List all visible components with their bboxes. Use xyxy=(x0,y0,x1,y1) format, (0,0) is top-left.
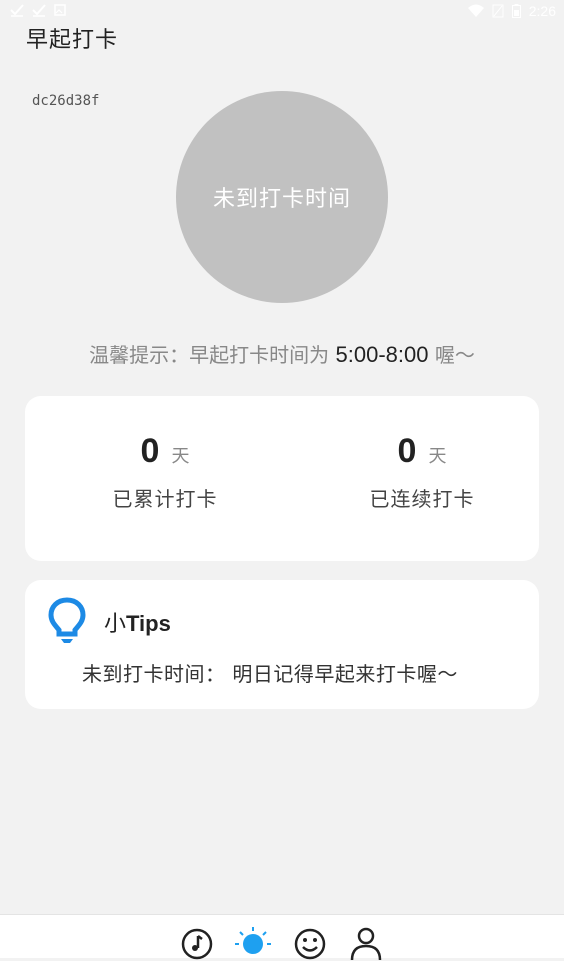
hint-time-range: 5:00-8:00 xyxy=(335,342,429,367)
page-title: 早起打卡 xyxy=(26,28,119,53)
nav-item-music[interactable] xyxy=(180,927,214,961)
tips-message: 未到打卡时间： 明日记得早起来打卡喔～ xyxy=(82,662,458,686)
wifi-icon xyxy=(467,4,484,18)
stat-streak-value-row: 0 天 xyxy=(322,432,522,471)
tips-title-suffix: Tips xyxy=(126,611,171,636)
stat-streak-value: 0 xyxy=(397,432,417,470)
signal-off-icon xyxy=(492,4,504,18)
nav-item-profile[interactable] xyxy=(349,927,383,961)
tips-title: 小Tips xyxy=(104,606,171,638)
status-time: 2:26 xyxy=(528,3,556,19)
hint-suffix: 喔～ xyxy=(428,343,475,367)
hint-text: 温馨提示：早起打卡时间为 5:00-8:00 喔～ xyxy=(0,339,564,368)
user-id: dc26d38f xyxy=(32,93,100,109)
music-note-icon xyxy=(180,927,214,961)
sun-icon xyxy=(235,927,271,961)
stat-total-label: 已累计打卡 xyxy=(112,487,218,511)
stat-streak-unit: 天 xyxy=(428,446,447,467)
stat-streak: 0 天 已连续打卡 xyxy=(322,432,522,512)
hint-prefix: 温馨提示：早起打卡时间为 xyxy=(89,343,336,367)
check-icon xyxy=(32,3,46,17)
stat-total-value: 0 xyxy=(140,432,160,470)
person-icon xyxy=(349,927,383,961)
stat-total-unit: 天 xyxy=(171,446,190,467)
tips-card: 小Tips 未到打卡时间： 明日记得早起来打卡喔～ xyxy=(25,580,539,709)
stat-total: 0 天 已累计打卡 xyxy=(65,432,265,512)
nav-item-sun[interactable] xyxy=(235,927,271,961)
check-icon xyxy=(10,3,24,17)
status-left-icons xyxy=(10,3,66,17)
stat-total-value-row: 0 天 xyxy=(65,432,265,471)
smiley-icon xyxy=(293,927,327,961)
status-bar: 2:26 xyxy=(0,0,564,22)
stat-streak-label: 已连续打卡 xyxy=(369,487,475,511)
image-icon xyxy=(54,4,66,16)
nav-item-mood[interactable] xyxy=(293,927,327,961)
stats-card: 0 天 已累计打卡 0 天 已连续打卡 xyxy=(25,396,539,561)
tips-title-prefix: 小 xyxy=(104,612,127,637)
battery-icon xyxy=(511,4,521,18)
checkin-button-label: 未到打卡时间 xyxy=(212,187,351,212)
bottom-nav xyxy=(0,914,564,961)
lightbulb-icon xyxy=(47,597,87,649)
status-right-icons: 2:26 xyxy=(467,3,556,19)
checkin-button[interactable]: 未到打卡时间 xyxy=(176,91,388,303)
